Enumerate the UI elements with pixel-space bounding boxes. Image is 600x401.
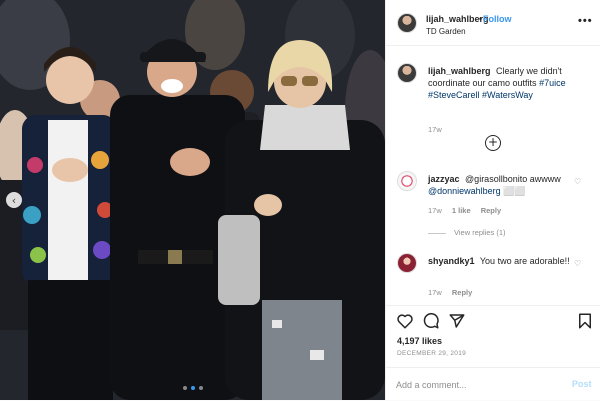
author-avatar[interactable]	[397, 13, 417, 33]
comment-text: shyandky1 You two are adorable!!	[428, 255, 576, 267]
load-more-comments-button[interactable]: +	[485, 135, 501, 151]
carousel-dot	[199, 386, 203, 390]
comment-username[interactable]: jazzyac	[428, 174, 460, 184]
instagram-post: ‹ lijah_wahlberg • Follow TD Garden ••• …	[0, 0, 600, 400]
add-comment-input[interactable]	[396, 378, 556, 392]
bookmark-icon[interactable]	[576, 312, 594, 330]
view-replies-label: View replies (1)	[454, 228, 506, 237]
share-icon[interactable]	[448, 312, 466, 330]
comments-list: lijah_wahlberg Clearly we didn't coordin…	[386, 47, 600, 305]
header-separator: •	[479, 14, 483, 24]
comment-meta: 17w 1 like Reply	[428, 206, 509, 215]
comment-time[interactable]: 17w	[428, 288, 442, 297]
commenter-avatar[interactable]	[397, 253, 417, 273]
comment-heart-icon[interactable]: ♡	[574, 259, 581, 268]
carousel-dot-active	[191, 386, 195, 390]
add-comment-bar: Post	[386, 367, 600, 401]
more-options-icon[interactable]: •••	[578, 15, 593, 27]
post-actions: 4,197 likes DECEMBER 29, 2019 Post	[386, 305, 600, 400]
comment-username[interactable]: shyandky1	[428, 256, 475, 266]
comment-text: jazzyac @girasollbonito awwww @donniewah…	[428, 173, 576, 197]
caption-meta: 17w	[428, 125, 450, 134]
author-avatar[interactable]	[397, 63, 417, 83]
reply-button[interactable]: Reply	[452, 288, 472, 297]
hashtag-link[interactable]: #7uice	[539, 78, 566, 88]
photo-illustration	[0, 0, 385, 400]
chevron-left-icon: ‹	[11, 193, 17, 207]
comment-meta: 17w Reply	[428, 288, 480, 297]
post-date: DECEMBER 29, 2019	[397, 350, 467, 357]
comment-body: You two are adorable!!	[479, 256, 570, 266]
post-comment-button[interactable]: Post	[572, 379, 592, 389]
post-photo[interactable]: ‹	[0, 0, 385, 400]
previous-slide-button[interactable]: ‹	[6, 192, 22, 208]
caption-time[interactable]: 17w	[428, 125, 442, 134]
carousel-indicator	[183, 386, 203, 390]
hashtag-link[interactable]: #WatersWay	[482, 90, 533, 100]
comment-body: @girasollbonito awwww	[465, 174, 561, 184]
comment-like-count[interactable]: 1 like	[452, 206, 471, 215]
hashtag-link[interactable]: #SteveCarell	[428, 90, 480, 100]
comment-time[interactable]: 17w	[428, 206, 442, 215]
carousel-dot	[183, 386, 187, 390]
comment-icon[interactable]	[422, 312, 440, 330]
commenter-avatar[interactable]	[397, 171, 417, 191]
post-header: lijah_wahlberg • Follow TD Garden •••	[386, 0, 600, 46]
caption-username[interactable]: lijah_wahlberg	[428, 66, 491, 76]
post-side-panel: lijah_wahlberg • Follow TD Garden ••• li…	[385, 0, 600, 400]
caption-text: lijah_wahlberg Clearly we didn't coordin…	[428, 65, 576, 101]
follow-button[interactable]: Follow	[483, 14, 512, 24]
reply-button[interactable]: Reply	[481, 206, 501, 215]
likes-count[interactable]: 4,197 likes	[397, 336, 442, 346]
comment-emoji: ⬜⬜	[503, 186, 526, 196]
heart-icon[interactable]	[396, 312, 414, 330]
comment-heart-icon[interactable]: ♡	[574, 177, 581, 186]
mention-link[interactable]: @donniewahlberg	[428, 186, 501, 196]
replies-divider	[428, 232, 446, 234]
view-replies-button[interactable]: View replies (1)	[428, 228, 506, 237]
plus-circle-icon: +	[487, 135, 499, 149]
post-location[interactable]: TD Garden	[426, 27, 466, 36]
